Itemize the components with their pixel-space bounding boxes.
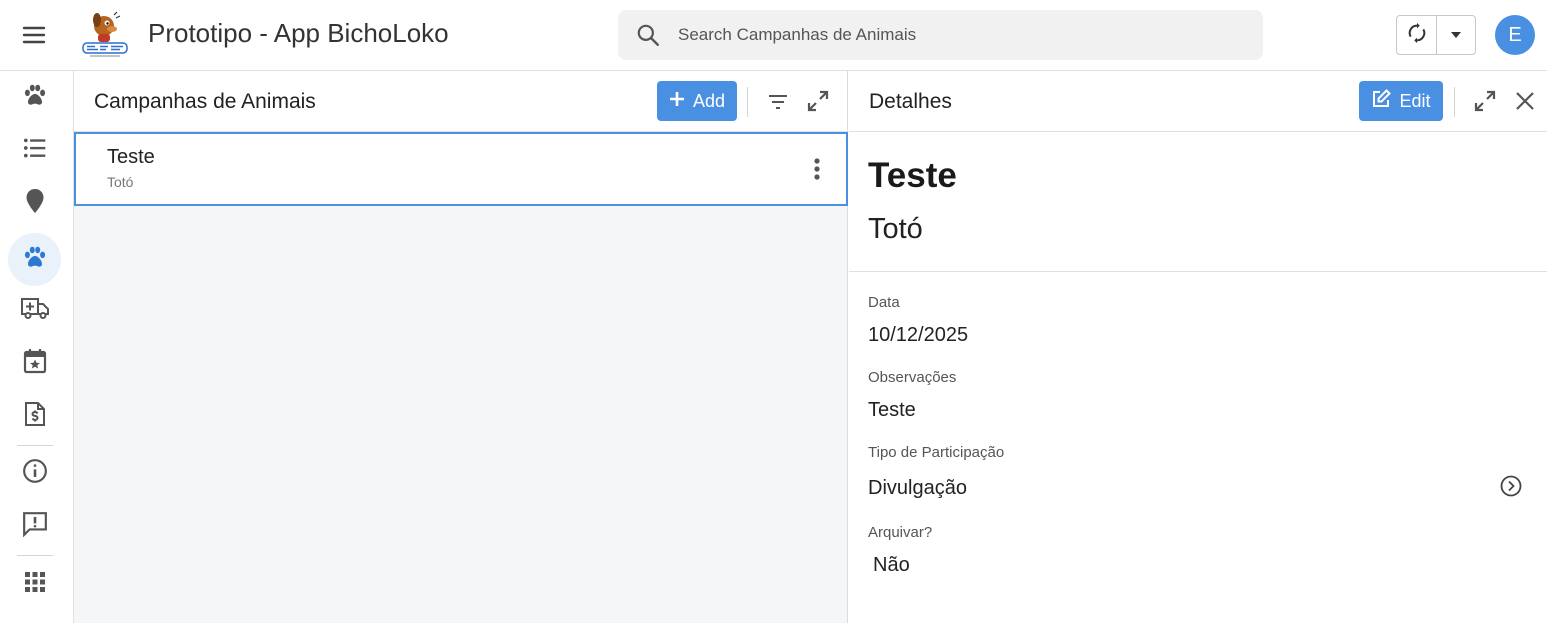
app-title: Prototipo - App BichoLoko xyxy=(148,18,449,48)
field-label-tipo-participacao: Tipo de Participação xyxy=(868,444,1005,461)
list-item-subtitle: Totó xyxy=(107,174,134,190)
nav-rail xyxy=(0,71,74,623)
detail-panel: Detalhes Edit Teste Totó Data 10/12/2025… xyxy=(849,71,1547,623)
add-button[interactable]: Add xyxy=(657,81,737,121)
rail-item-feedback[interactable] xyxy=(8,500,61,553)
sync-dropdown-button[interactable] xyxy=(1436,16,1475,54)
app-logo xyxy=(80,10,130,60)
list-item[interactable]: Teste Totó xyxy=(74,132,848,206)
paw-icon xyxy=(22,82,48,113)
info-icon xyxy=(22,458,48,489)
expand-icon[interactable] xyxy=(1467,83,1503,119)
paw-icon xyxy=(22,244,48,275)
edit-button[interactable]: Edit xyxy=(1359,81,1443,121)
caret-down-icon xyxy=(1450,26,1462,44)
rail-item-events[interactable] xyxy=(8,337,61,390)
field-label-arquivar: Arquivar? xyxy=(868,524,933,541)
header-divider xyxy=(747,87,748,117)
rail-item-locations[interactable] xyxy=(8,177,61,230)
sync-icon xyxy=(1406,22,1428,49)
list-panel-title: Campanhas de Animais xyxy=(94,90,316,113)
record-title: Teste xyxy=(868,156,957,195)
detail-hero: Teste Totó xyxy=(849,132,1547,272)
rail-item-animais[interactable] xyxy=(8,71,61,124)
sync-button-group xyxy=(1396,15,1476,55)
plus-icon xyxy=(669,91,685,112)
header-divider xyxy=(1454,87,1455,117)
close-icon[interactable] xyxy=(1507,83,1543,119)
rail-item-finance[interactable] xyxy=(8,390,61,443)
record-subtitle: Totó xyxy=(868,213,923,245)
search-input[interactable] xyxy=(678,15,1238,55)
field-value-tipo-participacao[interactable]: Divulgação xyxy=(868,477,967,500)
add-button-label: Add xyxy=(692,90,726,111)
sync-button[interactable] xyxy=(1397,16,1436,54)
field-label-observacoes: Observações xyxy=(868,369,957,386)
field-value-observacoes: Teste xyxy=(868,399,916,421)
invoice-icon xyxy=(24,401,46,432)
user-avatar[interactable]: E xyxy=(1495,15,1535,55)
field-value-arquivar: Não xyxy=(873,554,910,576)
list-panel-header: Campanhas de Animais Add xyxy=(74,71,847,132)
list-item-title: Teste xyxy=(107,146,155,168)
rail-item-ambulance[interactable] xyxy=(8,284,61,337)
ambulance-icon xyxy=(20,295,50,326)
detail-panel-title: Detalhes xyxy=(869,90,952,113)
list-icon xyxy=(22,135,48,166)
feedback-icon xyxy=(22,511,48,542)
search-icon[interactable] xyxy=(618,10,678,60)
rail-divider xyxy=(17,445,53,446)
calendar-star-icon xyxy=(23,348,47,379)
expand-icon[interactable] xyxy=(800,83,836,119)
rail-item-campanhas[interactable] xyxy=(8,233,61,286)
rail-item-apps[interactable] xyxy=(8,558,61,611)
filter-icon[interactable] xyxy=(760,84,796,120)
edit-button-label: Edit xyxy=(1399,90,1431,111)
chevron-right-circle-icon[interactable] xyxy=(1499,474,1523,498)
detail-panel-header: Detalhes Edit xyxy=(849,71,1547,132)
rail-item-info[interactable] xyxy=(8,447,61,500)
menu-icon[interactable] xyxy=(14,15,54,55)
search-bar[interactable] xyxy=(618,10,1263,60)
rail-item-list[interactable] xyxy=(8,124,61,177)
more-vert-icon[interactable] xyxy=(802,151,832,187)
rail-divider xyxy=(17,555,53,556)
apps-grid-icon xyxy=(23,570,47,599)
field-label-data: Data xyxy=(868,294,900,311)
map-pin-icon xyxy=(23,188,47,219)
campaign-list-panel: Campanhas de Animais Add Teste Totó xyxy=(74,71,848,623)
field-value-data: 10/12/2025 xyxy=(868,324,969,346)
edit-icon xyxy=(1371,88,1392,114)
app-header: Prototipo - App BichoLoko E xyxy=(0,0,1547,71)
